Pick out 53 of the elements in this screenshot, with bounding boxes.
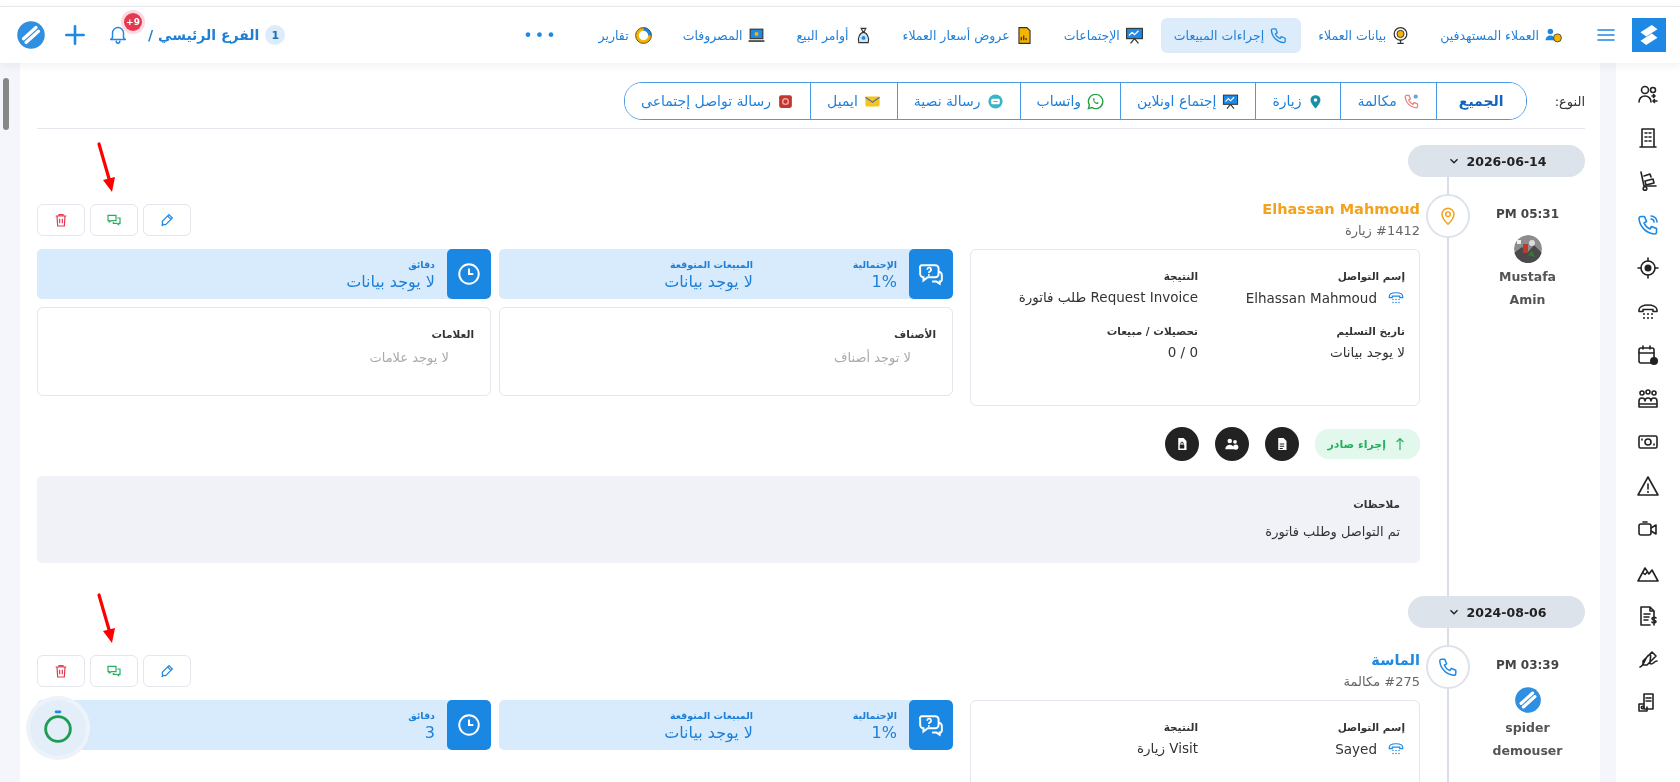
field-value: Request Invoice طلب فاتورة [1018, 289, 1198, 305]
notes-text: تم التواصل وطلب فاتورة [1264, 524, 1400, 539]
stat-value: لا يوجد بيانات [345, 272, 435, 291]
nav-item[interactable]: بيانات العملاء [1305, 17, 1424, 53]
entry-subtitle: #275 مكالمة [1343, 674, 1420, 689]
date-pill[interactable]: 2026-06-14 [1408, 145, 1585, 177]
stat-value: 1% [870, 723, 897, 742]
field-value: Sayed [1335, 741, 1377, 757]
entry-title[interactable]: الماسة [1343, 652, 1420, 668]
field-label: إسم التواصل [1336, 270, 1405, 282]
nav-item[interactable]: إجراءات المبيعات [1160, 17, 1302, 53]
user-name: Mustafa Amin [1497, 268, 1558, 309]
field-label: تاريخ التسليم [1335, 325, 1405, 337]
stat-label: دقائق [407, 710, 435, 721]
stat-label: المبيعات المتوقعة [668, 710, 753, 721]
field-value: 0 / 0 [1167, 344, 1198, 360]
box-value: لا توجد أصناف [833, 350, 912, 365]
stat-label: الإحتمالية [851, 259, 897, 270]
field-label: النتيجة [1162, 721, 1198, 733]
date-pill[interactable]: 2024-08-06 [1408, 596, 1585, 628]
field-value: لا يوجد بيانات [1330, 344, 1405, 360]
notes-label: ملاحظات [1352, 498, 1400, 510]
box-label: الأصناف [893, 328, 936, 340]
more-button[interactable]: ••• [513, 21, 568, 49]
field-label: إسم التواصل [1336, 721, 1405, 733]
branch-number: 1 [265, 25, 286, 45]
nav-item[interactable]: عروض أسعار العملاء [889, 17, 1047, 53]
filter-tab[interactable]: الجميع [1435, 83, 1526, 119]
stat-label: المبيعات المتوقعة [668, 259, 753, 270]
nav-item[interactable]: تقارير [585, 17, 666, 53]
stat-value: لا يوجد بيانات [663, 723, 753, 742]
nav-item[interactable]: العملاء المستهدفين [1427, 17, 1576, 53]
notification-count: +9 [124, 13, 142, 31]
stat-value: لا يوجد بيانات [663, 272, 753, 291]
field-value: Visit زيارة [1136, 740, 1198, 756]
box-label: العلامات [430, 328, 474, 340]
stat-label: الإحتمالية [851, 710, 897, 721]
field-value: Elhassan Mahmoud [1245, 290, 1377, 306]
filter-label: النوع: [1554, 93, 1585, 109]
nav-item[interactable]: أوامر البيع [783, 17, 886, 53]
user-name: spider demouser [1491, 719, 1564, 760]
entry-subtitle: #1412 زيارة [1343, 223, 1420, 238]
time-label: PM 05:31 [1495, 207, 1560, 221]
stat-label: دقائق [407, 259, 435, 270]
stat-value: 3 [423, 723, 435, 742]
field-label: تحصيلات / مبيعات [1105, 325, 1198, 337]
time-label: PM 03:39 [1495, 658, 1560, 672]
nav-item[interactable]: المصروفات [669, 17, 780, 53]
stat-value: 1% [870, 272, 897, 291]
direction-badge: إجراء صادر [1315, 429, 1420, 459]
nav-item[interactable]: الإجتماعات [1050, 17, 1157, 53]
field-label: النتيجة [1162, 270, 1198, 282]
box-value: لا يوجد علامات [368, 350, 450, 365]
